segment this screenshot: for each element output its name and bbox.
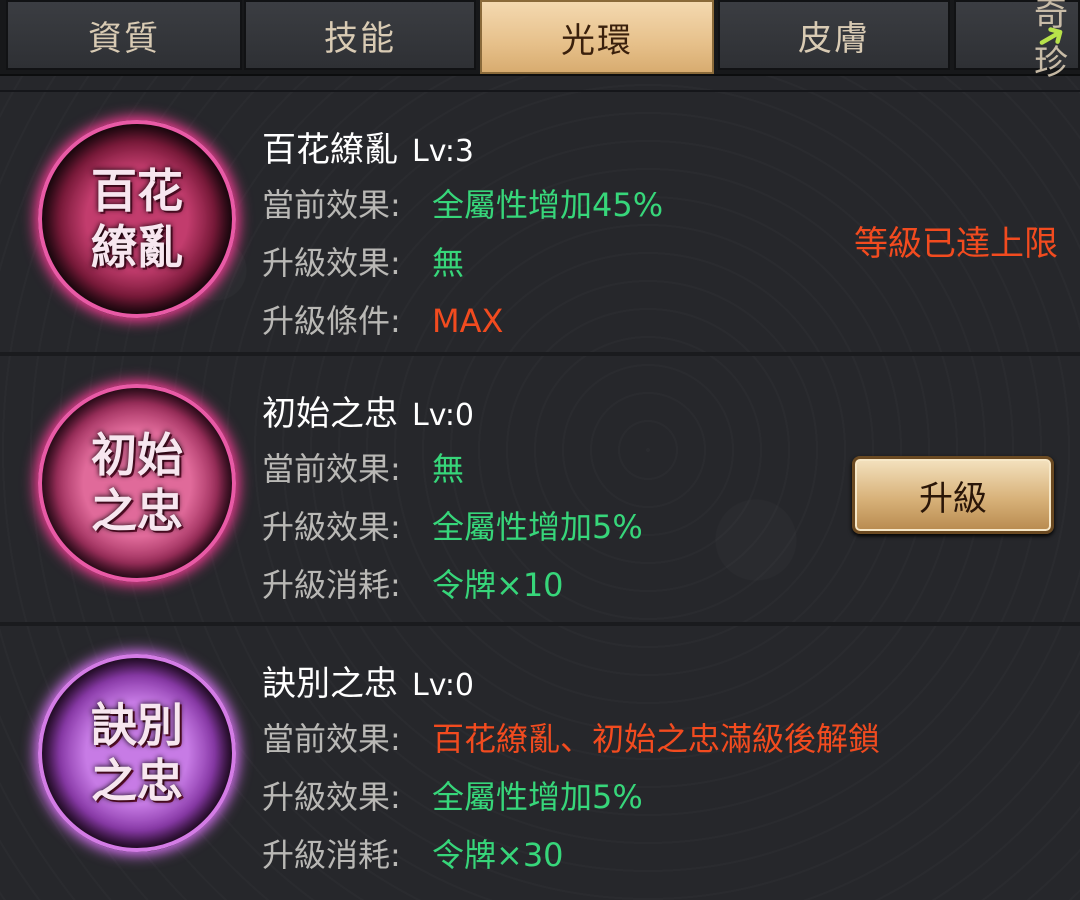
upgrade-effect-value: 無: [432, 244, 465, 282]
aura-name: 初始之忠: [262, 394, 398, 434]
upgrade-effect-label: 升級效果:: [262, 778, 401, 816]
aura-title: 百花繚亂 Lv:3: [262, 122, 474, 171]
tab-label: 皮膚: [798, 18, 870, 59]
emblem-text: 初始之忠: [91, 428, 183, 538]
upgrade-effect-value: 全屬性增加5%: [432, 508, 643, 546]
aura-emblem: 初始之忠: [38, 384, 236, 582]
current-effect-value: 全屬性增加45%: [432, 186, 664, 224]
current-effect-line: 當前效果: 無: [262, 444, 464, 490]
upgrade-cost-line: 升級消耗: 令牌×30: [262, 830, 564, 876]
tab-label: 奇珍: [1034, 0, 1070, 83]
upgrade-effect-line: 升級效果: 全屬性增加5%: [262, 772, 643, 818]
tab-label: 技能: [324, 18, 396, 59]
current-effect-value: 百花繚亂、初始之忠滿級後解鎖: [432, 720, 881, 758]
upgrade-effect-line: 升級效果: 無: [262, 238, 464, 284]
tab-bar: 資質 技能 光環 皮膚 奇珍 ➜: [0, 0, 1080, 83]
aura-level: Lv:0: [412, 668, 475, 703]
upgrade-button[interactable]: 升級: [852, 456, 1054, 534]
current-effect-value: 無: [432, 450, 465, 488]
aura-list: 百花繚亂 百花繚亂 Lv:3 當前效果: 全屬性增加45% 升級效果: 無 升級…: [0, 90, 1080, 892]
upgrade-condition-line: 升級條件: MAX: [262, 296, 503, 342]
tab-label: 光環: [561, 20, 633, 61]
upgrade-cost-label: 升級消耗:: [262, 566, 401, 604]
emblem-text: 百花繚亂: [91, 164, 183, 274]
aura-name: 訣別之忠: [262, 664, 398, 704]
aura-title: 訣別之忠 Lv:0: [262, 656, 474, 705]
tab-aura[interactable]: 光環: [480, 0, 714, 74]
emblem-text: 訣別之忠: [91, 698, 183, 808]
tab-skills[interactable]: 技能: [244, 0, 476, 70]
tab-qualification[interactable]: 資質: [6, 0, 242, 70]
current-effect-line: 當前效果: 全屬性增加45%: [262, 180, 663, 226]
max-level-status: 等級已達上限: [854, 224, 1058, 264]
aura-row: 初始之忠 初始之忠 Lv:0 當前效果: 無 升級效果: 全屬性增加5% 升級消…: [0, 352, 1080, 622]
upgrade-effect-label: 升級效果:: [262, 244, 401, 282]
current-effect-label: 當前效果:: [262, 720, 401, 758]
aura-row: 百花繚亂 百花繚亂 Lv:3 當前效果: 全屬性增加45% 升級效果: 無 升級…: [0, 90, 1080, 352]
current-effect-label: 當前效果:: [262, 186, 401, 224]
tab-label: 資質: [88, 18, 160, 59]
tab-skin[interactable]: 皮膚: [718, 0, 950, 70]
upgrade-condition-value: MAX: [432, 302, 504, 340]
tab-treasure[interactable]: 奇珍 ➜: [954, 0, 1080, 83]
upgrade-effect-value: 全屬性增加5%: [432, 778, 643, 816]
upgrade-cost-value: 令牌×30: [432, 836, 564, 874]
upgrade-effect-label: 升級效果:: [262, 508, 401, 546]
aura-emblem: 百花繚亂: [38, 120, 236, 318]
aura-emblem: 訣別之忠: [38, 654, 236, 852]
aura-name: 百花繚亂: [262, 130, 398, 170]
aura-level: Lv:0: [412, 398, 475, 433]
upgrade-cost-label: 升級消耗:: [262, 836, 401, 874]
upgrade-effect-line: 升級效果: 全屬性增加5%: [262, 502, 643, 548]
current-effect-label: 當前效果:: [262, 450, 401, 488]
upgrade-cost-value: 令牌×10: [432, 566, 564, 604]
upgrade-condition-label: 升級條件:: [262, 302, 401, 340]
aura-title: 初始之忠 Lv:0: [262, 386, 474, 435]
aura-level: Lv:3: [412, 134, 475, 169]
current-effect-line: 當前效果: 百花繚亂、初始之忠滿級後解鎖: [262, 714, 880, 760]
upgrade-cost-line: 升級消耗: 令牌×10: [262, 560, 564, 606]
aura-row: 訣別之忠 訣別之忠 Lv:0 當前效果: 百花繚亂、初始之忠滿級後解鎖 升級效果…: [0, 622, 1080, 892]
